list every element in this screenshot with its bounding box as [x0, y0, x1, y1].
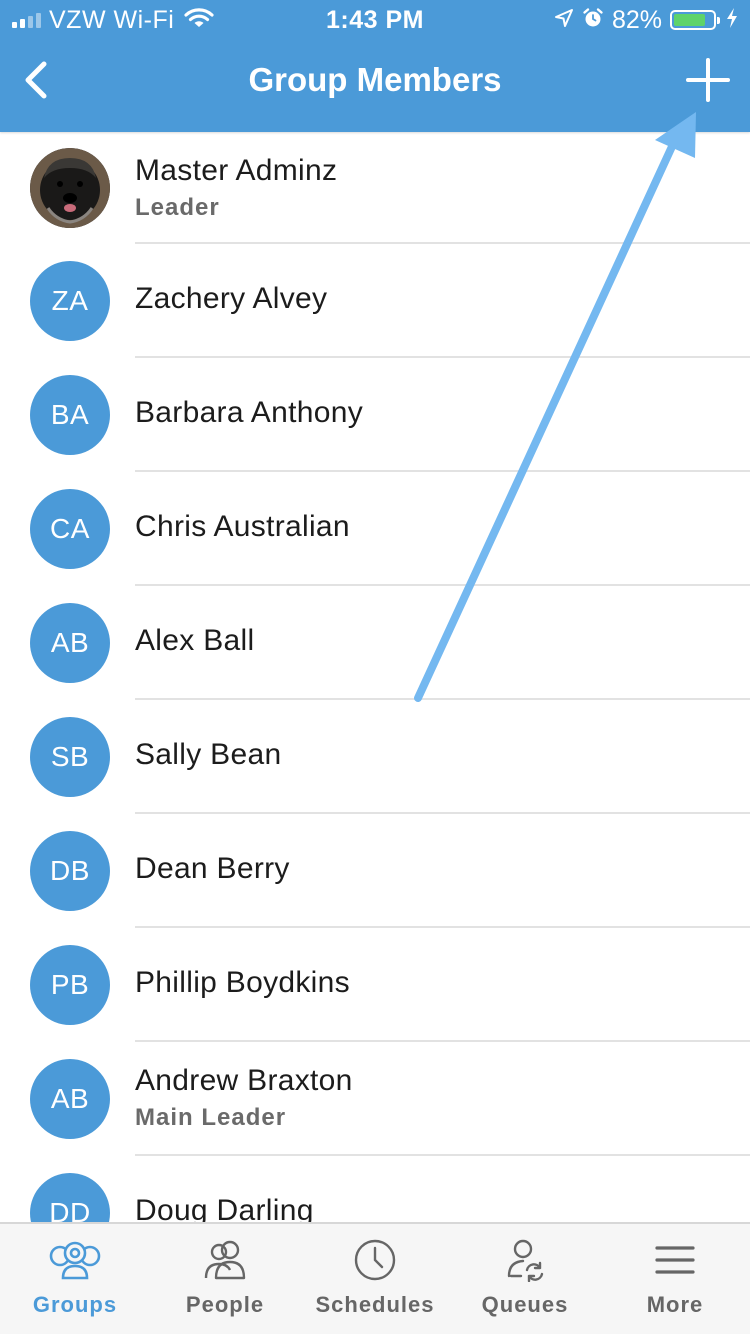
member-name: Andrew Braxton: [135, 1064, 353, 1097]
page-title: Group Members: [248, 61, 502, 98]
member-row[interactable]: DD Doug Darling: [0, 1156, 750, 1222]
add-member-button[interactable]: [684, 56, 732, 104]
tab-label: People: [185, 1292, 265, 1317]
member-initials-avatar: DD: [30, 1173, 110, 1222]
member-row[interactable]: CA Chris Australian: [0, 472, 750, 586]
member-initials-avatar: ZA: [30, 261, 110, 341]
tab-label: Queues: [481, 1292, 569, 1317]
tab-label: Groups: [32, 1292, 118, 1317]
member-list[interactable]: Master Adminz Leader ZA Zachery Alvey BA…: [0, 132, 750, 1222]
member-name: Doug Darling: [135, 1194, 314, 1222]
member-role: Leader: [135, 194, 220, 221]
member-initials-avatar: AB: [30, 1059, 110, 1139]
location-arrow-icon: [554, 8, 574, 33]
member-photo-avatar: [30, 148, 110, 228]
member-initials-avatar: SB: [30, 717, 110, 797]
member-row[interactable]: DB Dean Berry: [0, 814, 750, 928]
navigation-bar: Group Members: [0, 40, 750, 132]
member-initials-avatar: PB: [30, 945, 110, 1025]
member-name: Sally Bean: [135, 738, 282, 771]
status-bar-right: 82%: [554, 6, 738, 34]
member-initials-avatar: BA: [30, 375, 110, 455]
tab-groups[interactable]: Groups: [0, 1224, 150, 1334]
member-row[interactable]: Master Adminz Leader: [0, 132, 750, 244]
member-initials-avatar: AB: [30, 603, 110, 683]
member-row[interactable]: BA Barbara Anthony: [0, 358, 750, 472]
member-row[interactable]: ZA Zachery Alvey: [0, 244, 750, 358]
menu-icon: [655, 1246, 695, 1274]
plus-icon: [686, 58, 730, 102]
tab-people[interactable]: People: [150, 1224, 300, 1334]
member-name: Phillip Boydkins: [135, 966, 350, 999]
member-name: Alex Ball: [135, 624, 255, 657]
member-name: Dean Berry: [135, 852, 290, 885]
member-row[interactable]: PB Phillip Boydkins: [0, 928, 750, 1042]
queues-icon: [507, 1239, 544, 1282]
clock-icon: [354, 1239, 396, 1281]
people-icon: [204, 1240, 246, 1280]
tab-schedules[interactable]: Schedules: [300, 1224, 450, 1334]
member-initials-avatar: CA: [30, 489, 110, 569]
charging-bolt-icon: [726, 7, 738, 34]
member-name: Chris Australian: [135, 510, 350, 543]
tab-label: Schedules: [315, 1292, 435, 1317]
battery-percent: 82%: [611, 5, 662, 34]
member-row[interactable]: SB Sally Bean: [0, 700, 750, 814]
tab-bar: Groups People Schedules Queues More: [0, 1222, 750, 1334]
member-role: Main Leader: [135, 1104, 287, 1131]
tab-more[interactable]: More: [600, 1224, 750, 1334]
dog-photo-icon: [30, 148, 110, 228]
member-row[interactable]: AB Alex Ball: [0, 586, 750, 700]
alarm-clock-icon: [582, 7, 604, 34]
member-name: Barbara Anthony: [135, 396, 363, 429]
tab-queues[interactable]: Queues: [450, 1224, 600, 1334]
member-name: Master Adminz: [135, 154, 338, 187]
battery-icon: [670, 10, 720, 30]
member-row[interactable]: AB Andrew Braxton Main Leader: [0, 1042, 750, 1156]
tab-label: More: [646, 1292, 704, 1317]
member-initials-avatar: DB: [30, 831, 110, 911]
status-bar: VZW Wi-Fi 1:43 PM 82%: [0, 0, 750, 40]
header: VZW Wi-Fi 1:43 PM 82% Group Members: [0, 0, 750, 132]
groups-icon: [49, 1241, 101, 1280]
member-name: Zachery Alvey: [135, 282, 328, 315]
